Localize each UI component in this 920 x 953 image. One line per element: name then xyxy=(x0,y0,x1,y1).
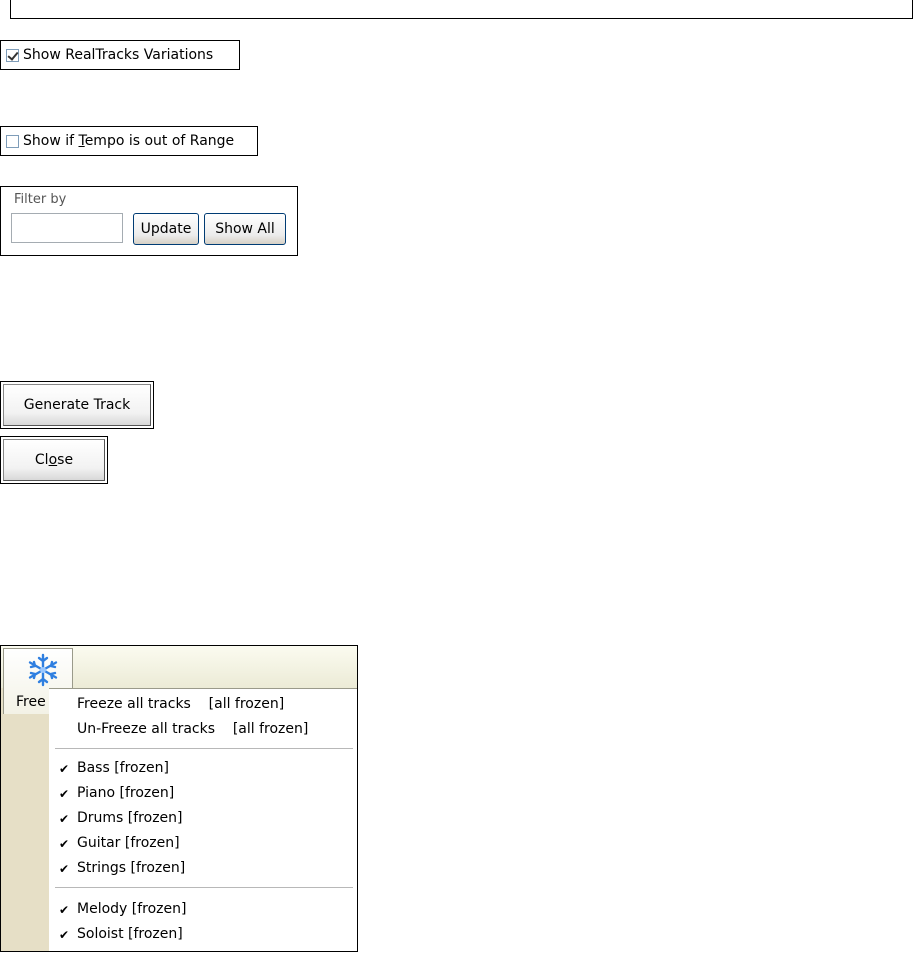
show-tempo-label: Show if Tempo is out of Range xyxy=(23,133,235,149)
check-icon: ✔ xyxy=(59,837,70,851)
menu-item-soloist[interactable]: Soloist [frozen] xyxy=(77,926,183,942)
close-button[interactable]: Cl o se xyxy=(3,439,105,481)
update-button[interactable]: Update xyxy=(133,213,199,245)
check-icon: ✔ xyxy=(59,812,70,826)
check-icon: ✔ xyxy=(59,928,70,942)
show-tempo-checkbox[interactable]: Show if Tempo is out of Range xyxy=(0,126,258,156)
filter-input[interactable] xyxy=(11,213,123,243)
menu-separator xyxy=(55,748,353,749)
menu-item-drums[interactable]: Drums [frozen] xyxy=(77,810,183,826)
show-all-button[interactable]: Show All xyxy=(204,213,286,245)
check-icon: ✔ xyxy=(59,762,70,776)
menu-item-guitar[interactable]: Guitar [frozen] xyxy=(77,835,180,851)
menu-item-freeze-all[interactable]: Freeze all tracks [all frozen] xyxy=(77,696,284,712)
menu-separator xyxy=(55,887,353,888)
menu-item-melody[interactable]: Melody [frozen] xyxy=(77,901,186,917)
show-variations-checkbox[interactable]: Show RealTracks Variations xyxy=(0,40,240,70)
show-variations-label: Show RealTracks Variations xyxy=(23,47,214,63)
checkbox-checked-icon xyxy=(6,48,19,62)
menu-item-unfreeze-all[interactable]: Un-Freeze all tracks [all frozen] xyxy=(77,721,308,737)
freeze-dropdown-menu: Freeze all tracks [all frozen] Un-Freeze… xyxy=(49,688,357,951)
check-icon: ✔ xyxy=(59,787,70,801)
menu-item-bass[interactable]: Bass [frozen] xyxy=(77,760,169,776)
generate-track-button[interactable]: Generate Track xyxy=(3,384,151,426)
freeze-button-label: Free xyxy=(16,694,46,710)
check-icon: ✔ xyxy=(59,903,70,917)
freeze-menu-screenshot: Free Freeze all tracks [all frozen] Un-F… xyxy=(0,645,358,952)
menu-item-strings[interactable]: Strings [frozen] xyxy=(77,860,185,876)
generate-track-button-frame: Generate Track xyxy=(0,381,154,429)
check-icon: ✔ xyxy=(59,862,70,876)
top-input-bar xyxy=(10,0,913,19)
menu-item-piano[interactable]: Piano [frozen] xyxy=(77,785,174,801)
snowflake-icon xyxy=(28,653,58,687)
toolbar-left-strip xyxy=(1,688,49,951)
filter-legend: Filter by xyxy=(14,192,67,207)
filter-group: Filter by Update Show All xyxy=(0,186,298,256)
checkbox-unchecked-icon xyxy=(6,134,19,148)
close-button-frame: Cl o se xyxy=(0,436,108,484)
